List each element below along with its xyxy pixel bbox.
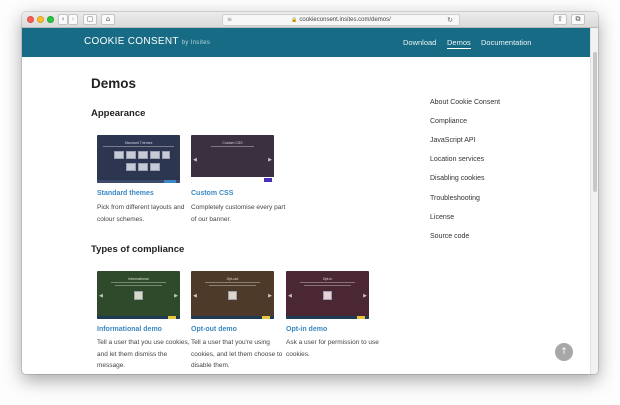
sidebar-item-compliance[interactable]: Compliance — [430, 118, 467, 125]
share-icon: ⇧ — [557, 15, 563, 23]
custom-css-thumbnail[interactable]: Custom CSS ◀ ▶ — [191, 135, 274, 183]
sidebar-item-disabling-cookies[interactable]: Disabling cookies — [430, 175, 484, 182]
sidebar-icon: ▢ — [86, 15, 94, 23]
thumbnail-label: Custom CSS — [222, 141, 243, 145]
nav-download[interactable]: Download — [403, 38, 436, 47]
forward-button[interactable]: › — [68, 14, 78, 25]
tabs-button[interactable]: ⧉ — [571, 14, 585, 25]
home-button[interactable]: ⌂ — [101, 14, 115, 25]
sidebar-item-javascript-api[interactable]: JavaScript API — [430, 137, 476, 144]
nav-documentation[interactable]: Documentation — [481, 38, 531, 47]
opt-in-demo-thumbnail[interactable]: Opt-in ◀ ▶ — [286, 271, 369, 319]
site-header: COOKIE CONSENT by Insites Download Demos … — [22, 28, 590, 57]
desktop-background: ‹ › ▢ ⌂ ≡ 🔒 cookieconsent.insites.com/dem… — [0, 0, 620, 405]
page-title: Demos — [91, 76, 137, 91]
card-title-standard-themes[interactable]: Standard themes — [97, 190, 154, 197]
card-title-informational-demo[interactable]: Informational demo — [97, 326, 162, 333]
opt-out-demo-thumbnail[interactable]: Opt-out ◀ ▶ — [191, 271, 274, 319]
url-text: cookieconsent.insites.com/demos/ — [299, 17, 391, 23]
close-window-button[interactable] — [27, 16, 34, 23]
page-scrollbar[interactable] — [590, 28, 598, 374]
card-title-custom-css[interactable]: Custom CSS — [191, 190, 233, 197]
card-desc-custom-css: Completely customise every part of our b… — [191, 204, 286, 223]
sidebar-item-troubleshooting[interactable]: Troubleshooting — [430, 195, 480, 202]
sidebar-item-about[interactable]: About Cookie Consent — [430, 99, 500, 106]
scrollbar-thumb[interactable] — [593, 52, 597, 192]
section-heading-types-of-compliance: Types of compliance — [91, 244, 185, 255]
card-title-opt-in-demo[interactable]: Opt-in demo — [286, 326, 327, 333]
thumbnail-label: Opt-out — [226, 277, 239, 281]
reader-menu-icon[interactable]: ≡ — [227, 15, 232, 25]
card-desc-opt-in-demo: Ask a user for permission to use cookies… — [286, 339, 379, 358]
browser-window: ‹ › ▢ ⌂ ≡ 🔒 cookieconsent.insites.com/dem… — [22, 12, 598, 374]
card-desc-opt-out-demo: Tell a user that you're using cookies, a… — [191, 339, 283, 369]
minimize-window-button[interactable] — [37, 16, 44, 23]
informational-demo-thumbnail[interactable]: Informational ◀ ▶ — [97, 271, 180, 319]
site-logo[interactable]: COOKIE CONSENT by Insites — [84, 36, 210, 47]
zoom-window-button[interactable] — [47, 16, 54, 23]
arrow-up-icon: ↑ — [560, 347, 568, 357]
standard-themes-thumbnail[interactable]: Standard Themes — [97, 135, 180, 183]
scroll-to-top-button[interactable]: ↑ — [555, 343, 573, 361]
back-button[interactable]: ‹ — [58, 14, 68, 25]
card-desc-informational-demo: Tell a user that you use cookies, and le… — [97, 339, 190, 369]
card-title-opt-out-demo[interactable]: Opt-out demo — [191, 326, 237, 333]
thumbnail-label: Standard Themes — [124, 141, 153, 145]
lock-icon: 🔒 — [291, 17, 298, 23]
back-icon: ‹ — [61, 15, 65, 23]
reload-icon[interactable]: ↻ — [447, 15, 453, 25]
logo-by-text: by Insites — [181, 40, 211, 46]
browser-toolbar: ‹ › ▢ ⌂ ≡ 🔒 cookieconsent.insites.com/dem… — [22, 12, 598, 28]
tabs-icon: ⧉ — [575, 15, 581, 23]
forward-icon: › — [71, 15, 75, 23]
home-icon: ⌂ — [105, 15, 111, 23]
share-button[interactable]: ⇧ — [553, 14, 567, 25]
address-bar[interactable]: ≡ 🔒 cookieconsent.insites.com/demos/ ↻ — [222, 14, 460, 26]
sidebar-toggle-button[interactable]: ▢ — [83, 14, 97, 25]
page-content: Demos Appearance Standard Themes Standar… — [22, 57, 590, 374]
sidebar-item-license[interactable]: License — [430, 214, 454, 221]
thumbnail-label: Informational — [128, 277, 149, 281]
section-heading-appearance: Appearance — [91, 108, 146, 119]
sidebar-item-location-services[interactable]: Location services — [430, 156, 484, 163]
sidebar-item-source-code[interactable]: Source code — [430, 233, 469, 240]
card-desc-standard-themes: Pick from different layouts and colour s… — [97, 204, 185, 223]
nav-demos[interactable]: Demos — [447, 38, 471, 49]
logo-text: COOKIE CONSENT — [84, 36, 179, 47]
thumbnail-label: Opt-in — [322, 277, 333, 281]
